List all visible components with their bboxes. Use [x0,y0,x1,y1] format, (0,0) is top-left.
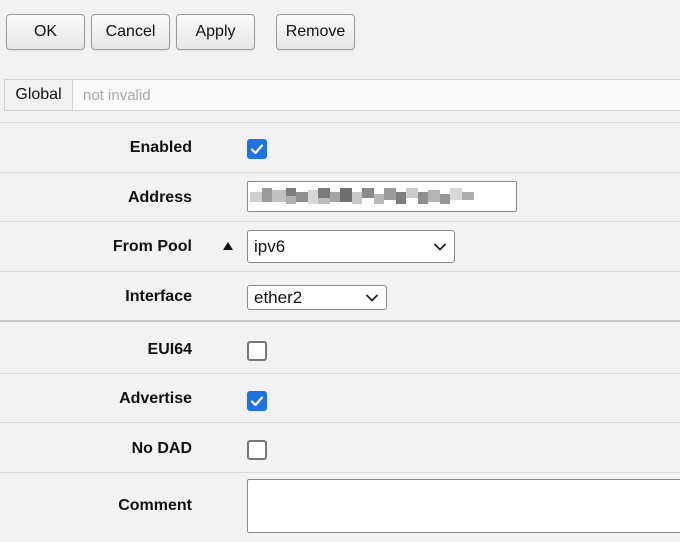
row-address: Address [0,172,680,221]
tab-bar: Global not invalid [4,79,680,111]
toolbar: OK Cancel Apply Remove [0,0,680,60]
tab-global[interactable]: Global [5,80,73,110]
comment-textarea[interactable] [247,479,680,533]
from-pool-select[interactable]: ipv6 [247,230,455,263]
no-dad-label: No DAD [131,440,192,457]
ok-button[interactable]: OK [6,14,85,50]
interface-select[interactable]: ether2 [247,285,387,310]
redacted-address [250,188,474,204]
enabled-checkbox[interactable] [247,139,267,159]
address-label: Address [127,189,192,206]
from-pool-label: From Pool [112,238,192,255]
triangle-up-icon[interactable] [222,241,234,251]
row-from-pool: From Pool ipv6 [0,221,680,271]
row-comment: Comment [0,472,680,542]
no-dad-checkbox[interactable] [247,440,267,460]
remove-button[interactable]: Remove [276,14,355,50]
advertise-checkbox[interactable] [247,391,267,411]
checkmark-icon [250,144,264,155]
status-text: not invalid [83,86,151,104]
enabled-label: Enabled [129,139,192,156]
chevron-down-icon [366,294,378,302]
comment-label: Comment [118,497,192,514]
eui64-checkbox[interactable] [247,341,267,361]
from-pool-value: ipv6 [254,236,286,256]
row-interface: Interface ether2 [0,271,680,320]
address-input[interactable] [247,181,517,212]
apply-button[interactable]: Apply [176,14,255,50]
chevron-down-icon [434,243,446,251]
eui64-label: EUI64 [147,341,192,358]
row-advertise: Advertise [0,373,680,422]
row-eui64: EUI64 [0,320,680,373]
interface-value: ether2 [254,287,303,307]
row-no-dad: No DAD [0,422,680,472]
advertise-label: Advertise [119,390,192,407]
interface-label: Interface [125,288,192,305]
cancel-button[interactable]: Cancel [91,14,170,50]
row-enabled: Enabled [0,122,680,172]
checkmark-icon [250,396,264,407]
